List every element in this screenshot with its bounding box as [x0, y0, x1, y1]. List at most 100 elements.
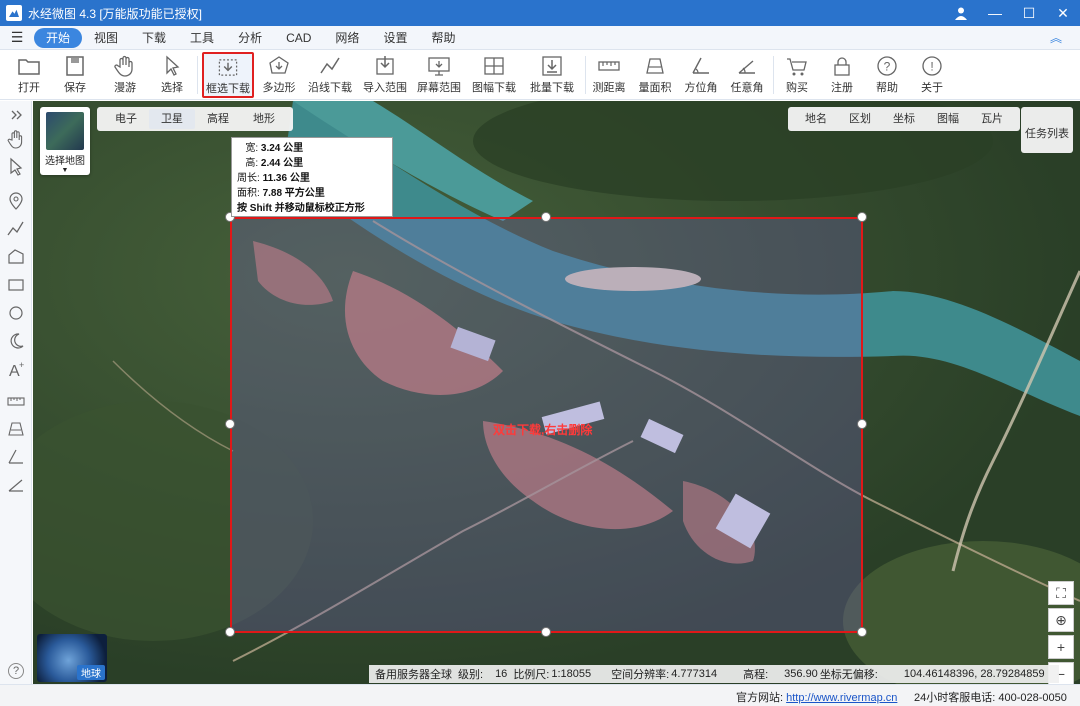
roam-button[interactable]: 漫游	[108, 52, 142, 98]
crescent-icon[interactable]	[6, 331, 26, 351]
svg-text:+: +	[19, 360, 24, 370]
any-angle-button[interactable]: 任意角	[728, 52, 766, 98]
line-download-button[interactable]: 沿线下载	[306, 52, 354, 98]
height-row: 高: 2.44 公里	[245, 158, 304, 169]
tab-tools[interactable]: 工具	[178, 28, 226, 48]
map-thumbnail	[46, 112, 84, 150]
collapse-ribbon-icon[interactable]: ︽	[1050, 29, 1062, 46]
overlay-coordinates[interactable]: 坐标	[882, 109, 926, 129]
resize-handle-right[interactable]	[857, 419, 867, 429]
overlay-divisions[interactable]: 区划	[838, 109, 882, 129]
measure-distance-button[interactable]: 测距离	[590, 52, 628, 98]
ruler-icon	[598, 61, 620, 71]
cart-icon	[787, 58, 807, 76]
title-bar: 水经微图 4.3 [万能版功能已授权] — ☐ ✕	[0, 0, 1080, 26]
tab-settings[interactable]: 设置	[371, 28, 419, 48]
sheet-download-button[interactable]: 图幅下载	[470, 52, 518, 98]
buy-button[interactable]: 购买	[780, 52, 814, 98]
tab-help[interactable]: 帮助	[419, 28, 467, 48]
cursor-arrow-icon[interactable]	[6, 157, 26, 177]
resize-handle-left[interactable]	[225, 419, 235, 429]
hand-icon[interactable]	[6, 129, 26, 149]
register-button[interactable]: 注册	[825, 52, 859, 98]
expand-panel-icon[interactable]	[6, 105, 26, 125]
close-button[interactable]: ✕	[1046, 0, 1080, 26]
tab-start[interactable]: 开始	[34, 27, 83, 48]
globe-button[interactable]: 地球	[37, 634, 107, 682]
select-button[interactable]: 选择	[155, 52, 189, 98]
tab-download[interactable]: 下载	[130, 28, 178, 48]
app-logo-icon	[6, 5, 22, 21]
ruler-icon[interactable]	[6, 391, 26, 411]
bearing-icon[interactable]	[6, 447, 26, 467]
overlay-tiles[interactable]: 瓦片	[970, 109, 1014, 129]
tab-view[interactable]: 视图	[82, 28, 130, 48]
svg-text:?: ?	[884, 60, 891, 74]
task-list-button[interactable]: 任务列表	[1021, 107, 1073, 153]
cursor-arrow-icon	[166, 55, 180, 76]
official-site-link[interactable]: http://www.rivermap.cn	[786, 692, 897, 704]
box-download-button[interactable]: 框选下载	[202, 52, 254, 98]
support-phone: 24小时客服电话: 400-028-0050	[914, 692, 1067, 704]
maximize-button[interactable]: ☐	[1012, 0, 1046, 26]
save-button[interactable]: 保存	[58, 52, 92, 98]
about-button[interactable]: ! 关于	[915, 52, 949, 98]
overlay-place-names[interactable]: 地名	[794, 109, 838, 129]
tab-cad[interactable]: CAD	[274, 28, 323, 48]
circle-icon[interactable]	[6, 303, 26, 323]
ribbon-toolbar: 打开 保存 漫游 选择 框选下载 多边形 沿线下载 导入范围 屏幕范围 图幅下载…	[0, 50, 1080, 100]
info-icon: !	[922, 56, 942, 76]
open-button[interactable]: 打开	[12, 52, 46, 98]
map-type-satellite[interactable]: 卫星	[149, 109, 195, 129]
import-range-button[interactable]: 导入范围	[362, 52, 408, 98]
locate-icon[interactable]: ⊕	[1048, 608, 1074, 632]
help-icon[interactable]: ?	[8, 663, 24, 679]
map-type-elevation[interactable]: 高程	[195, 109, 241, 129]
measure-area-button[interactable]: 量面积	[636, 52, 674, 98]
tab-network[interactable]: 网络	[323, 28, 371, 48]
zoom-in-button[interactable]: +	[1048, 635, 1074, 659]
lock-icon	[834, 57, 850, 76]
resolution-label: 空间分辨率:	[611, 669, 670, 681]
toolbar-divider	[585, 56, 586, 94]
grid-sheet-icon	[484, 57, 504, 75]
angle-icon[interactable]	[6, 475, 26, 495]
level-label: 级别:	[458, 669, 484, 681]
resize-handle-top-right[interactable]	[857, 212, 867, 222]
resize-handle-bottom[interactable]	[541, 627, 551, 637]
resolution-value: 4.777314	[671, 668, 718, 680]
polyline-icon	[320, 57, 340, 74]
polygon-icon[interactable]	[6, 247, 26, 267]
fullscreen-icon[interactable]: ⛶	[1048, 581, 1074, 605]
bearing-button[interactable]: 方位角	[682, 52, 720, 98]
map-layer-switcher[interactable]: 选择地图 ▼	[40, 107, 90, 175]
tab-analysis[interactable]: 分析	[226, 28, 274, 48]
rectangle-icon[interactable]	[6, 275, 26, 295]
resize-handle-bottom-left[interactable]	[225, 627, 235, 637]
help-button[interactable]: ? 帮助	[870, 52, 904, 98]
overlay-sheets[interactable]: 图幅	[926, 109, 970, 129]
coord-value: 104.46148396, 28.79284859	[903, 668, 1045, 680]
map-view[interactable]: 选择地图 ▼ 电子 卫星 高程 地形 地名 区划 坐标 图幅 瓦片 任务列表 双…	[33, 101, 1080, 684]
selection-rectangle[interactable]: 双击下载,右击删除	[230, 217, 863, 633]
svg-text:!: !	[930, 60, 933, 74]
text-icon[interactable]: A +	[6, 359, 26, 379]
coord-label: 坐标无偏移:	[819, 669, 878, 681]
polyline-icon[interactable]	[6, 219, 26, 239]
main-menu-icon[interactable]: ☰	[0, 29, 34, 46]
map-type-electronic[interactable]: 电子	[103, 109, 149, 129]
resize-handle-bottom-right[interactable]	[857, 627, 867, 637]
shift-tip: 按 Shift 并移动鼠标校正方形	[237, 203, 365, 214]
monitor-icon	[428, 57, 450, 76]
resize-handle-top[interactable]	[541, 212, 551, 222]
batch-download-button[interactable]: 批量下载	[528, 52, 576, 98]
screen-range-button[interactable]: 屏幕范围	[416, 52, 462, 98]
user-icon[interactable]	[944, 0, 978, 26]
map-type-terrain[interactable]: 地形	[241, 109, 287, 129]
polygon-icon	[269, 56, 289, 74]
area-icon[interactable]	[6, 419, 26, 439]
minimize-button[interactable]: —	[978, 0, 1012, 26]
marker-icon[interactable]	[6, 191, 26, 211]
area-row: 面积: 7.88 平方公里	[237, 188, 325, 199]
polygon-button[interactable]: 多边形	[260, 52, 298, 98]
